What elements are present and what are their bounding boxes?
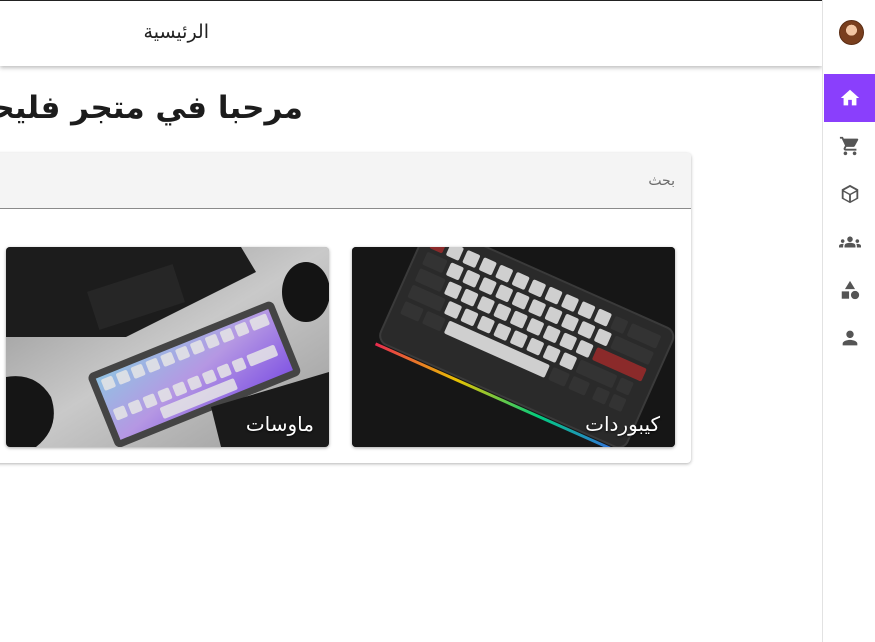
search-field[interactable]: [0, 153, 691, 209]
nav-categories[interactable]: [824, 266, 875, 314]
avatar[interactable]: [839, 20, 864, 45]
nav-home[interactable]: [824, 74, 875, 122]
category-label: كيبوردات: [585, 412, 660, 436]
nav-products[interactable]: [824, 170, 875, 218]
nav-account[interactable]: [824, 314, 875, 362]
top-app-bar: الرئيسية: [0, 0, 822, 66]
shapes-icon: [841, 280, 860, 300]
package-icon: [841, 184, 859, 204]
category-mice[interactable]: ماوسات: [6, 247, 329, 447]
category-label: ماوسات: [245, 412, 314, 436]
groups-icon: [839, 236, 861, 248]
cart-icon: [839, 136, 859, 156]
home-icon: [840, 89, 860, 106]
search-input[interactable]: [0, 153, 691, 208]
nav-cart[interactable]: [824, 122, 875, 170]
category-keyboards[interactable]: كيبوردات: [352, 247, 675, 447]
nav-customers[interactable]: [824, 218, 875, 266]
navigation-rail: [822, 0, 875, 642]
page-title: الرئيسية: [143, 21, 209, 43]
categories-card: كيبوردات: [0, 153, 691, 463]
person-icon: [842, 330, 858, 346]
welcome-heading: مرحبا في متجر فليحة: [0, 90, 303, 126]
